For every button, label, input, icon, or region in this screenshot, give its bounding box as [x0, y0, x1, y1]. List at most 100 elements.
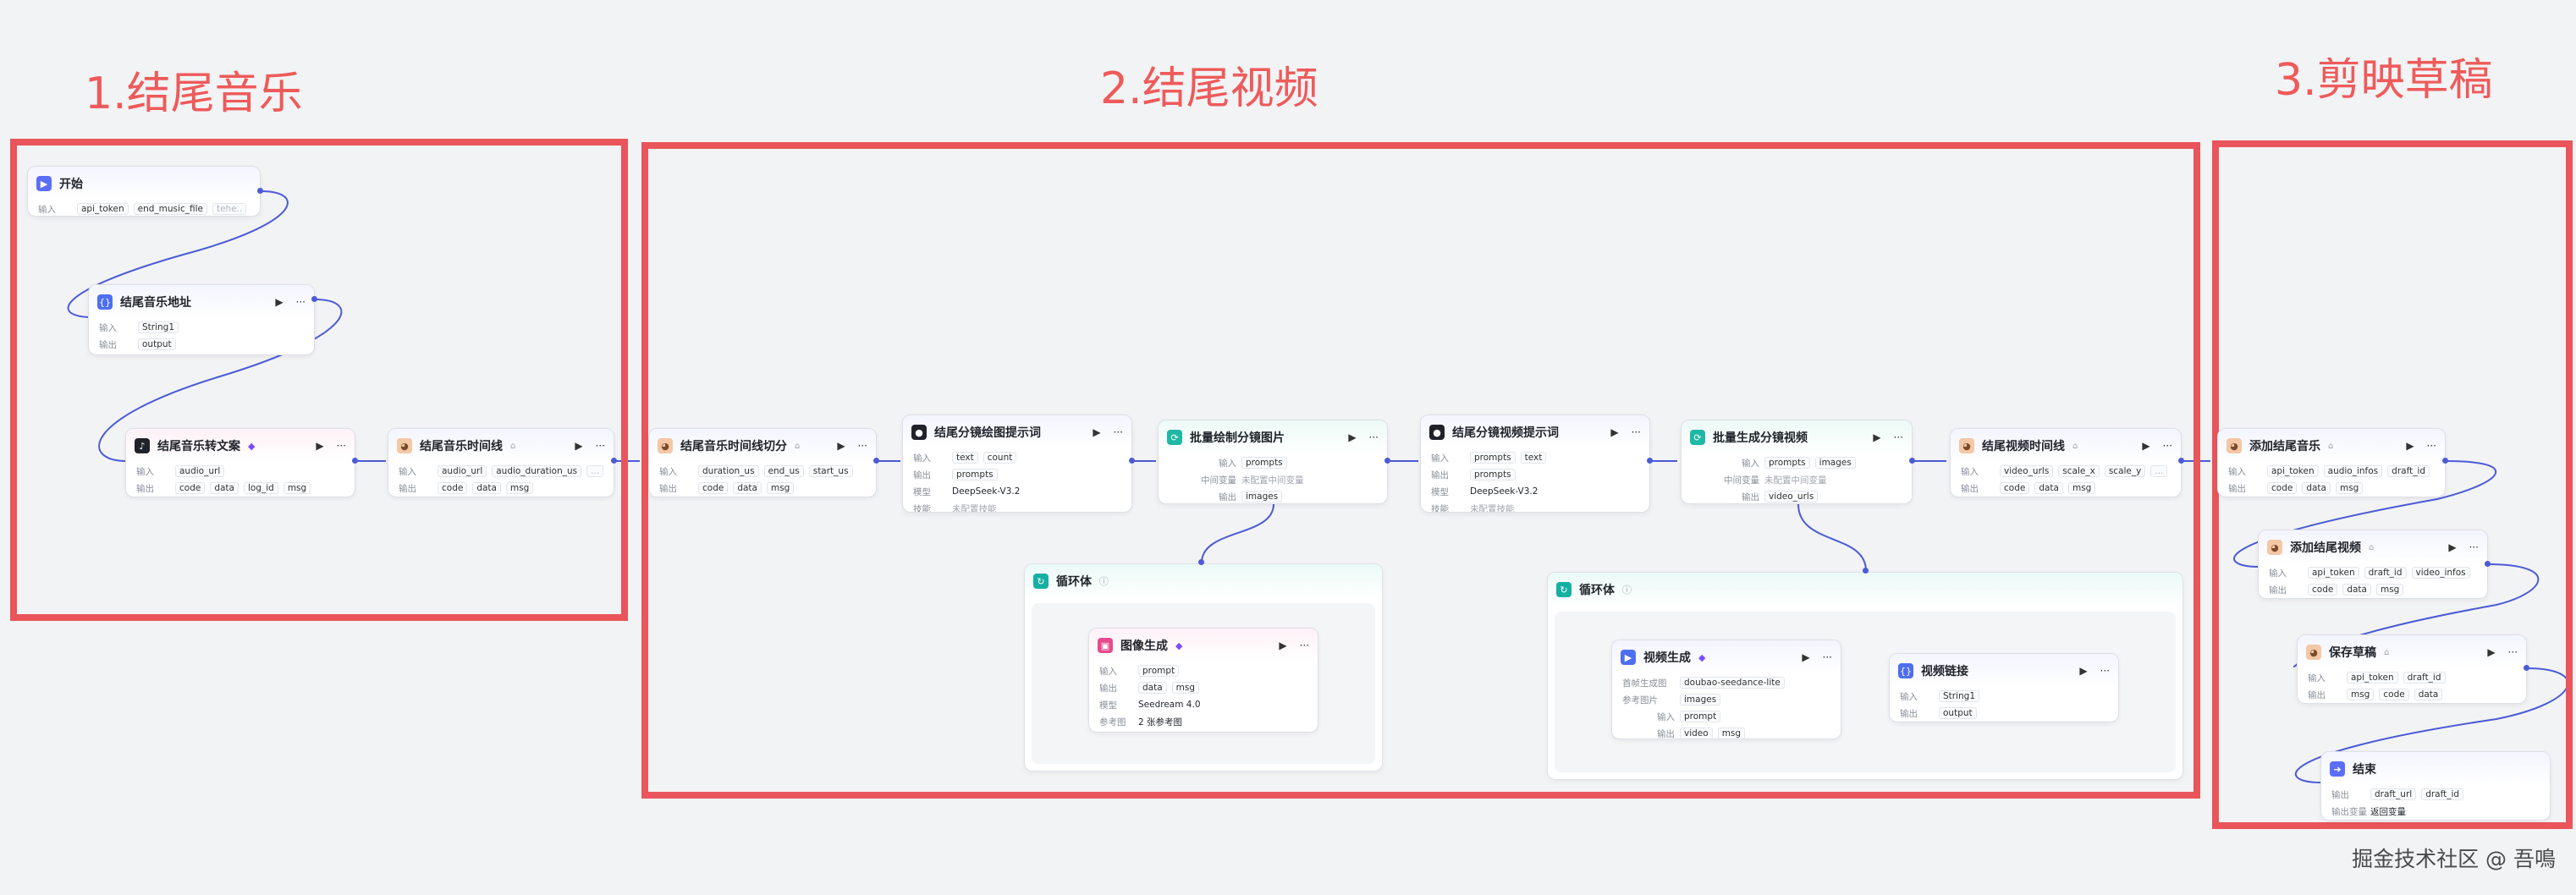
more-icon[interactable]: ···	[1114, 426, 1123, 438]
node-title: 结尾音乐时间线切分	[680, 440, 787, 453]
node-timeline-split[interactable]: ◕ 结尾音乐时间线切分 ⌂ ▶ ··· 输入 duration_us end_u…	[648, 428, 877, 497]
run-icon[interactable]: ▶	[1348, 431, 1356, 443]
node-music-to-text[interactable]: ♪ 结尾音乐转文案 ◆ ▶ ··· 输入 audio_url 输出 code d…	[125, 428, 355, 497]
more-icon[interactable]: ···	[596, 440, 605, 452]
more-icon[interactable]: ···	[1632, 426, 1641, 438]
output-port[interactable]	[2442, 458, 2448, 464]
loop-title: 循环体	[1056, 575, 1092, 589]
output-port[interactable]	[2178, 458, 2184, 464]
node-video-prompt[interactable]: ● 结尾分镜视频提示词 ▶ ··· 输入 prompts text 输出 pro…	[1420, 415, 1650, 513]
param-chip: count	[983, 452, 1017, 464]
loop-title: 循环体	[1579, 584, 1615, 597]
more-icon[interactable]: ···	[2508, 646, 2518, 658]
output-port[interactable]	[1129, 458, 1135, 464]
section-title-end-music: 1.结尾音乐	[85, 69, 303, 119]
node-add-music[interactable]: ◕ 添加结尾音乐 ⌂ ▶ ··· 输入 api_token audio_info…	[2217, 428, 2446, 497]
diamond-icon: ◆	[1698, 651, 1706, 663]
plugin-cat-icon: ◕	[2226, 438, 2242, 453]
node-image-gen[interactable]: ▣ 图像生成 ◆ ▶ ··· 输入 prompt 输出 data msg 模型 …	[1088, 628, 1318, 733]
field-label: 输入	[1961, 466, 1979, 477]
field-label: 输入	[2228, 466, 2246, 477]
node-end[interactable]: ➜ 结束 输出 draft_url draft_id 输出变量 返回变量	[2320, 751, 2551, 821]
more-icon[interactable]: ···	[2469, 541, 2479, 553]
node-add-video[interactable]: ◕ 添加结尾视频 ⌂ ▶ ··· 输入 api_token draft_id v…	[2258, 530, 2488, 599]
more-icon[interactable]: ···	[1369, 431, 1379, 443]
param-chip: images	[1241, 491, 1283, 502]
run-icon[interactable]: ▶	[2142, 440, 2149, 452]
more-icon[interactable]: ···	[1894, 431, 1903, 443]
more-icon[interactable]: ···	[858, 440, 867, 452]
plugin-cat-icon: ◕	[658, 438, 673, 453]
node-music-timeline[interactable]: ◕ 结尾音乐时间线 ⌂ ▶ ··· 输入 audio_url audio_dur…	[388, 428, 614, 497]
tiktok-icon: ♪	[135, 438, 150, 453]
run-icon[interactable]: ▶	[2079, 665, 2087, 677]
output-port[interactable]	[311, 296, 317, 302]
output-port[interactable]	[2485, 561, 2491, 567]
run-icon[interactable]: ▶	[2487, 646, 2495, 658]
node-title: 开始	[59, 178, 83, 191]
field-label: 输入	[2308, 673, 2326, 684]
param-chip: audio_url	[438, 465, 487, 477]
field-label: 模型	[1099, 700, 1117, 711]
run-icon[interactable]: ▶	[1093, 426, 1100, 438]
output-port[interactable]	[2524, 665, 2529, 671]
param-chip: msg	[505, 482, 534, 494]
more-icon[interactable]: ···	[337, 440, 346, 452]
info-icon: ⓘ	[1099, 576, 1109, 587]
output-port[interactable]	[611, 458, 617, 464]
more-icon[interactable]: ···	[1823, 651, 1832, 663]
more-icon[interactable]: ···	[2163, 440, 2172, 452]
param-chip: draft_url	[2370, 788, 2417, 800]
output-port[interactable]	[873, 458, 879, 464]
plugin-badge-icon: ⌂	[2072, 441, 2078, 451]
run-icon[interactable]: ▶	[1279, 640, 1286, 651]
param-chip: scale_y	[2104, 465, 2146, 477]
field-label: 输入	[399, 466, 416, 477]
param-chip: code	[2000, 482, 2030, 494]
node-video-link[interactable]: {} 视频链接 ▶ ··· 输入 String1 输出 output	[1889, 653, 2119, 722]
param-chip: images	[1680, 694, 1721, 706]
node-video-timeline[interactable]: ◕ 结尾视频时间线 ⌂ ▶ ··· 输入 video_urls scale_x …	[1950, 428, 2182, 497]
more-icon[interactable]: ···	[2427, 440, 2436, 452]
run-icon[interactable]: ▶	[2448, 541, 2456, 553]
node-batch-images[interactable]: ⟳ 批量绘制分镜图片 ▶ ··· 输入 prompts 中间变量 未配置中间变量…	[1158, 420, 1388, 504]
param-chip: start_us	[808, 465, 853, 477]
param-chip: data	[210, 482, 239, 494]
param-chip: text	[1520, 452, 1547, 464]
more-icon[interactable]: ···	[1300, 640, 1309, 651]
run-icon[interactable]: ▶	[275, 296, 283, 308]
run-icon[interactable]: ▶	[1802, 651, 1809, 663]
mid-var-value: 未配置中间变量	[1764, 475, 1827, 486]
more-icon[interactable]: ···	[2100, 665, 2110, 677]
plugin-badge-icon: ⌂	[2369, 542, 2375, 552]
node-music-url[interactable]: {} 结尾音乐地址 ▶ ··· 输入 String1 输出 output	[88, 284, 315, 355]
output-port[interactable]	[1198, 559, 1204, 565]
batch-icon: ⟳	[1167, 430, 1182, 445]
node-save-draft[interactable]: ◕ 保存草稿 ⌂ ▶ ··· 输入 api_token draft_id 输出 …	[2297, 634, 2527, 704]
output-port[interactable]	[1863, 568, 1869, 574]
field-label: 输出	[2228, 483, 2246, 494]
run-icon[interactable]: ▶	[837, 440, 845, 452]
run-icon[interactable]: ▶	[575, 440, 582, 452]
param-chip: log_id	[243, 482, 278, 494]
run-icon[interactable]: ▶	[1610, 426, 1618, 438]
node-batch-videos[interactable]: ⟳ 批量生成分镜视频 ▶ ··· 输入 prompts images 中间变量 …	[1681, 420, 1913, 504]
node-image-prompt[interactable]: ● 结尾分镜绘图提示词 ▶ ··· 输入 text count 输出 promp…	[902, 415, 1132, 513]
node-title: 视频生成	[1643, 651, 1691, 665]
param-chip: prompt	[1138, 665, 1180, 677]
more-icon[interactable]: ···	[296, 296, 305, 308]
run-icon[interactable]: ▶	[1873, 431, 1880, 443]
field-label: 输出	[659, 483, 677, 494]
run-icon[interactable]: ▶	[2406, 440, 2414, 452]
run-icon[interactable]: ▶	[316, 440, 323, 452]
output-port[interactable]	[1647, 458, 1653, 464]
field-label: 输出	[1961, 483, 1979, 494]
output-port[interactable]	[1384, 458, 1390, 464]
field-label: 输出	[136, 483, 154, 494]
output-port[interactable]	[1909, 458, 1915, 464]
output-port[interactable]	[352, 458, 358, 464]
node-video-gen[interactable]: ▶ 视频生成 ◆ ▶ ··· 首帧生成图 doubao-seedance-lit…	[1611, 640, 1841, 739]
node-start[interactable]: ▶ 开始 输入 api_token end_music_file tehe..	[27, 166, 261, 217]
skill-value: 未配置技能	[1470, 503, 1515, 513]
output-port[interactable]	[257, 188, 263, 194]
